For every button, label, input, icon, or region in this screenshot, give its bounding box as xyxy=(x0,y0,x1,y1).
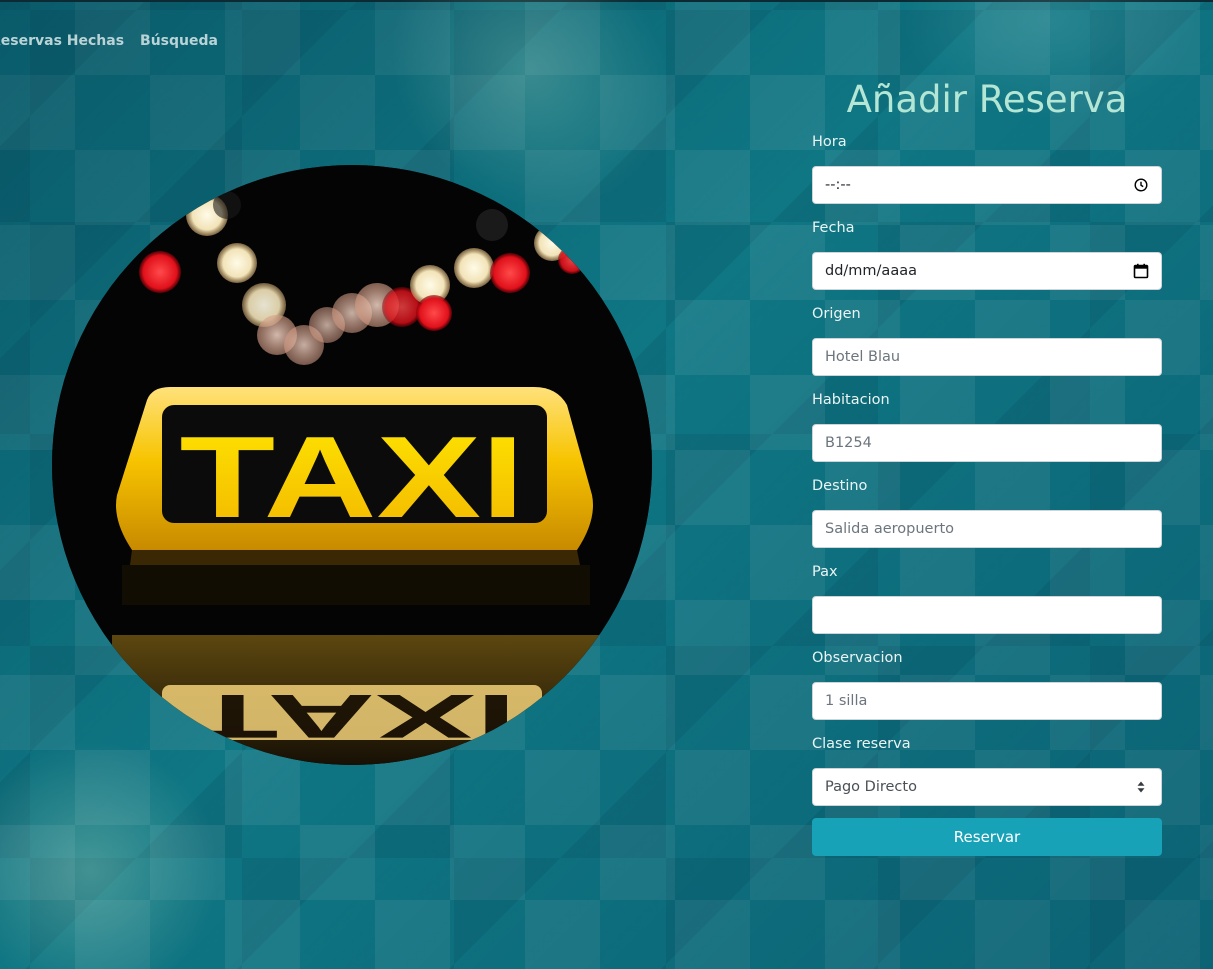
reservation-form: Añadir Reserva Hora --:-- Fecha dd/mm/aa… xyxy=(812,76,1162,856)
fecha-label: Fecha xyxy=(812,220,855,236)
observacion-placeholder: 1 silla xyxy=(825,693,868,709)
origen-input[interactable]: Hotel Blau xyxy=(812,338,1162,376)
habitacion-label: Habitacion xyxy=(812,392,890,408)
navbar: Reservas Hechas Búsqueda xyxy=(0,30,218,52)
field-fecha: Fecha dd/mm/aaaa xyxy=(812,218,1162,290)
fecha-input[interactable]: dd/mm/aaaa xyxy=(812,252,1162,290)
clock-icon[interactable] xyxy=(1133,177,1149,193)
pax-label: Pax xyxy=(812,564,838,580)
origen-placeholder: Hotel Blau xyxy=(825,349,901,365)
field-habitacion: Habitacion B1254 xyxy=(812,390,1162,462)
taxi-reflection-text: TAXI xyxy=(187,681,517,750)
destino-input[interactable]: Salida aeropuerto xyxy=(812,510,1162,548)
habitacion-placeholder: B1254 xyxy=(825,435,872,451)
select-arrows-icon xyxy=(1133,779,1149,795)
fecha-value: dd/mm/aaaa xyxy=(825,263,917,279)
taxi-image: TAXI TAXI xyxy=(52,165,652,765)
observacion-label: Observacion xyxy=(812,650,903,666)
habitacion-input[interactable]: B1254 xyxy=(812,424,1162,462)
nav-link-busqueda[interactable]: Búsqueda xyxy=(140,33,218,49)
clase-reserva-select[interactable]: Pago Directo xyxy=(812,768,1162,806)
hora-value: --:-- xyxy=(825,177,851,193)
pax-input[interactable] xyxy=(812,596,1162,634)
hora-input[interactable]: --:-- xyxy=(812,166,1162,204)
clase-reserva-value: Pago Directo xyxy=(825,779,917,795)
field-hora: Hora --:-- xyxy=(812,132,1162,204)
calendar-icon[interactable] xyxy=(1133,263,1149,279)
clase-reserva-label: Clase reserva xyxy=(812,736,911,752)
hora-label: Hora xyxy=(812,134,847,150)
field-origen: Origen Hotel Blau xyxy=(812,304,1162,376)
form-title: Añadir Reserva xyxy=(846,78,1128,121)
origen-label: Origen xyxy=(812,306,861,322)
field-observacion: Observacion 1 silla xyxy=(812,648,1162,720)
field-clase-reserva: Clase reserva Pago Directo xyxy=(812,734,1162,806)
destino-label: Destino xyxy=(812,478,868,494)
nav-link-reservas-hechas[interactable]: Reservas Hechas xyxy=(0,33,124,49)
field-pax: Pax xyxy=(812,562,1162,634)
destino-placeholder: Salida aeropuerto xyxy=(825,521,954,537)
field-destino: Destino Salida aeropuerto xyxy=(812,476,1162,548)
observacion-input[interactable]: 1 silla xyxy=(812,682,1162,720)
reservar-button[interactable]: Reservar xyxy=(812,818,1162,856)
background-glow xyxy=(0,740,220,969)
taxi-sign-text: TAXI xyxy=(180,412,525,542)
taxi-illustration: TAXI TAXI xyxy=(52,165,652,765)
